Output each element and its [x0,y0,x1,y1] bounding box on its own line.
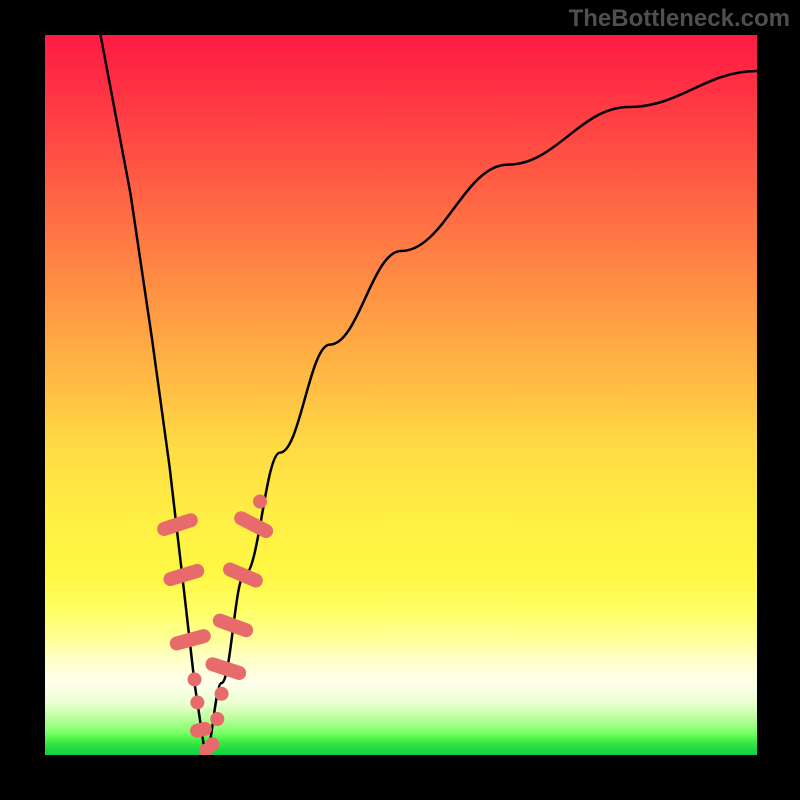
data-marker [189,721,214,740]
watermark-text: TheBottleneck.com [569,5,790,33]
data-marker [221,560,265,589]
curve-right-branch [205,71,757,755]
data-marker [253,495,267,509]
data-marker [205,737,219,751]
data-marker [215,687,229,701]
data-marker [232,509,276,541]
data-marker [210,712,224,726]
data-marker [188,672,202,686]
data-marker [190,695,204,709]
chart-curve-svg [45,35,757,755]
